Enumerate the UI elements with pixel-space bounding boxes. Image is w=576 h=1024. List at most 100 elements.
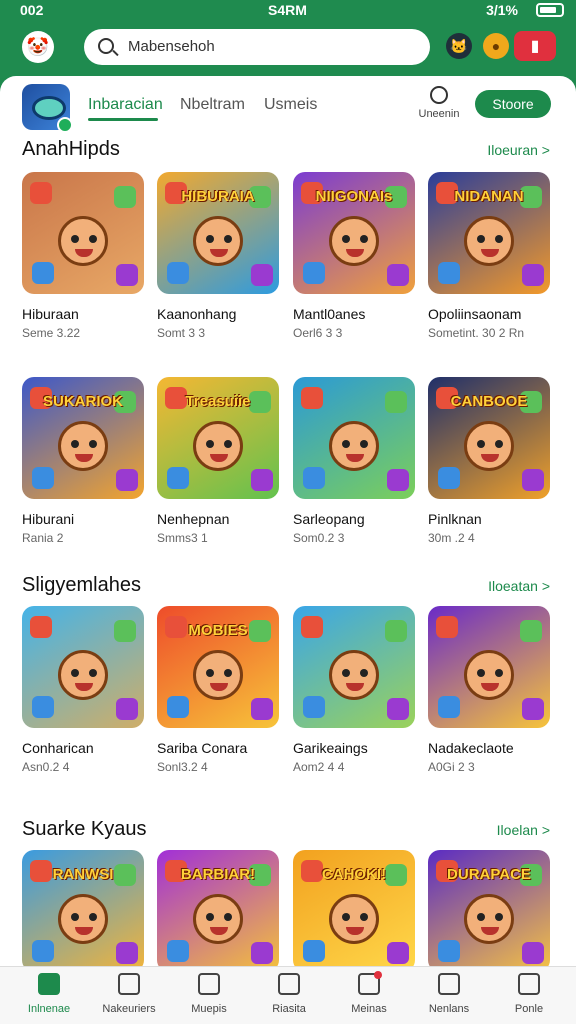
game-card[interactable]: NIIGONAIs Mantl0anes Oerl6 3 3: [293, 172, 415, 340]
cat-icon[interactable]: 🐱: [446, 33, 472, 59]
game-meta: Rania 2: [22, 531, 64, 545]
nav-item[interactable]: Nakeuriers: [88, 973, 170, 1015]
main-content: Inbaracian Nbeltram Usmeis Uneenin Stoor…: [0, 76, 576, 1024]
game-card[interactable]: Garikeaings Aom2 4 4: [293, 606, 415, 774]
gem-icon: [387, 698, 409, 720]
search-bar[interactable]: Mabensehoh: [84, 29, 430, 65]
character-icon: [58, 421, 108, 471]
game-card[interactable]: Treasuiie Nenhepnan Smms3 1: [157, 377, 279, 545]
game-thumbnail[interactable]: CAHOKI!: [293, 850, 415, 972]
nav-item[interactable]: Muepis: [168, 973, 250, 1015]
search-icon: [438, 973, 460, 995]
section-more-link[interactable]: Iloeuran >: [487, 142, 550, 158]
game-thumbnail[interactable]: [22, 606, 144, 728]
game-thumbnail[interactable]: BARBIAR!: [157, 850, 279, 972]
tab-usmeis[interactable]: Usmeis: [264, 96, 317, 114]
game-card[interactable]: DURAPACE: [428, 850, 550, 972]
game-thumbnail[interactable]: MOBIES: [157, 606, 279, 728]
character-icon: [193, 894, 243, 944]
gem-icon: [251, 469, 273, 491]
gem-icon: [303, 467, 325, 489]
game-card[interactable]: Conharican Asn0.2 4: [22, 606, 144, 774]
search-input[interactable]: Mabensehoh: [128, 38, 215, 55]
game-card[interactable]: NIDANAN Opoliinsaonam Sometint. 30 2 Rn: [428, 172, 550, 340]
gift-icon[interactable]: ▮: [514, 31, 556, 61]
notification-button[interactable]: Uneenin: [412, 86, 466, 120]
game-thumbnail[interactable]: DURAPACE: [428, 850, 550, 972]
gem-icon: [438, 262, 460, 284]
game-thumbnail[interactable]: Treasuiie: [157, 377, 279, 499]
gem-icon: [167, 262, 189, 284]
game-thumbnail[interactable]: HIBURAIA: [157, 172, 279, 294]
gem-icon: [303, 940, 325, 962]
search-icon: [98, 38, 114, 54]
character-icon: [329, 421, 379, 471]
gem-icon: [438, 467, 460, 489]
game-card[interactable]: RANWSI: [22, 850, 144, 972]
game-thumbnail[interactable]: [22, 172, 144, 294]
game-meta: Aom2 4 4: [293, 760, 345, 774]
game-card[interactable]: CAHOKI!: [293, 850, 415, 972]
nav-label: Riasita: [272, 1003, 306, 1015]
game-card[interactable]: MOBIES Sariba Conara Sonl3.2 4: [157, 606, 279, 774]
game-thumbnail[interactable]: CANBOOE: [428, 377, 550, 499]
game-card[interactable]: CANBOOE Pinlknan 30m .2 4: [428, 377, 550, 545]
game-card[interactable]: Hiburaan Seme 3.22: [22, 172, 144, 340]
section-title: Sligyemlahes: [22, 574, 141, 596]
character-icon: [464, 650, 514, 700]
section-more-link[interactable]: Iloeatan >: [488, 578, 550, 594]
gem-icon: [522, 264, 544, 286]
game-thumbnail[interactable]: NIIGONAIs: [293, 172, 415, 294]
gem-icon: [32, 262, 54, 284]
app-logo-icon[interactable]: 🤡: [22, 31, 54, 63]
gem-icon: [167, 467, 189, 489]
gem-icon: [114, 186, 136, 208]
game-thumbnail[interactable]: [428, 606, 550, 728]
game-card[interactable]: Sarleopang Som0.2 3: [293, 377, 415, 545]
game-meta: Seme 3.22: [22, 326, 81, 340]
game-title: Sarleopang: [293, 511, 365, 527]
gem-icon: [387, 264, 409, 286]
gem-icon: [385, 620, 407, 642]
game-title: Hiburaan: [22, 306, 79, 322]
game-thumbnail[interactable]: [293, 377, 415, 499]
nav-item[interactable]: Inlnenae: [8, 973, 90, 1015]
game-title: Nenhepnan: [157, 511, 230, 527]
gem-icon: [116, 698, 138, 720]
character-icon: [58, 894, 108, 944]
coin-icon[interactable]: ●: [483, 33, 509, 59]
nav-item[interactable]: Meinas: [328, 971, 410, 1015]
character-icon: [329, 894, 379, 944]
game-card[interactable]: BARBIAR!: [157, 850, 279, 972]
section-more-link[interactable]: Iloelan >: [497, 822, 550, 838]
character-icon: [58, 650, 108, 700]
game-card[interactable]: SUKARIOK Hiburani Rania 2: [22, 377, 144, 545]
game-thumbnail[interactable]: RANWSI: [22, 850, 144, 972]
gem-icon: [32, 696, 54, 718]
gem-icon: [436, 616, 458, 638]
game-meta: Asn0.2 4: [22, 760, 70, 774]
gem-icon: [116, 469, 138, 491]
store-button[interactable]: Stoore: [475, 90, 551, 118]
bottom-navigation: Inlnenae Nakeuriers Muepis Riasita Meinas Nen…: [0, 966, 576, 1024]
gem-icon: [116, 942, 138, 964]
nav-item[interactable]: Ponle: [488, 973, 570, 1015]
game-thumbnail[interactable]: SUKARIOK: [22, 377, 144, 499]
character-icon: [193, 421, 243, 471]
game-thumbnail[interactable]: NIDANAN: [428, 172, 550, 294]
tab-inbaracian[interactable]: Inbaracian: [88, 96, 163, 114]
game-logo-text: CANBOOE: [450, 393, 528, 410]
nav-item[interactable]: Nenlans: [408, 973, 490, 1015]
game-title: Sariba Conara: [157, 740, 248, 756]
game-title: Mantl0anes: [293, 306, 366, 322]
game-card[interactable]: HIBURAIA Kaanonhang Somt 3 3: [157, 172, 279, 340]
game-card[interactable]: Nadakeclaote A0Gi 2 3: [428, 606, 550, 774]
nav-item[interactable]: Riasita: [248, 973, 330, 1015]
status-bar: 002 S4RM 3/1%: [0, 0, 576, 22]
game-title: Opoliinsaonam: [428, 306, 522, 322]
game-meta: Sonl3.2 4: [157, 760, 208, 774]
game-meta: Sometint. 30 2 Rn: [428, 326, 525, 340]
tab-nbeltram[interactable]: Nbeltram: [180, 96, 245, 114]
featured-app-icon[interactable]: [22, 84, 73, 133]
game-thumbnail[interactable]: [293, 606, 415, 728]
